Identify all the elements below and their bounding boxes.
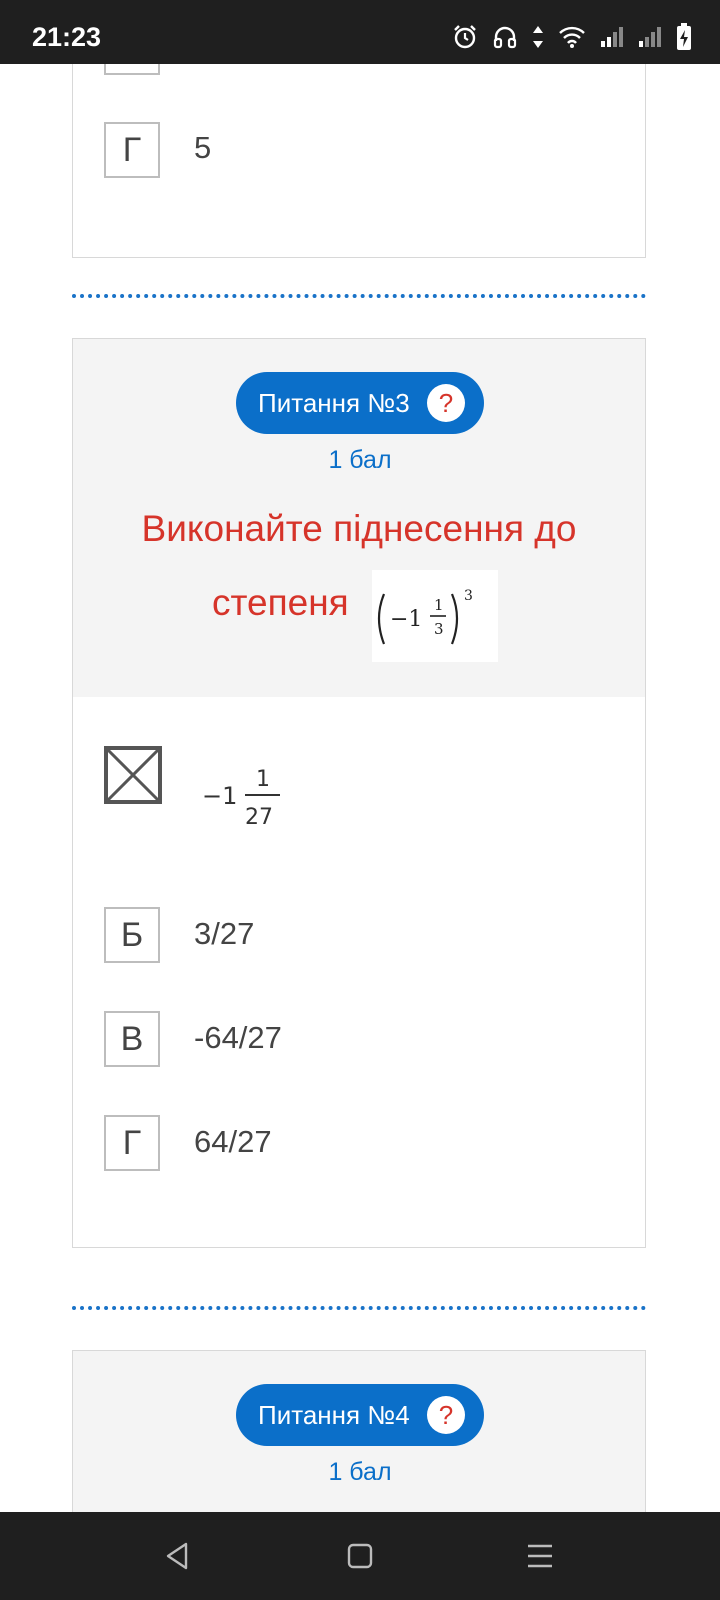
- option-box-v[interactable]: В: [104, 1011, 160, 1067]
- option-box-g-prev[interactable]: Г: [104, 122, 160, 178]
- formula-sign: −1: [390, 607, 422, 632]
- question-points: 1 бал: [328, 446, 392, 474]
- menu-lines-icon: [528, 1544, 552, 1568]
- option-a-denominator: 27: [245, 805, 273, 830]
- battery-charging-icon: [676, 23, 692, 51]
- help-icon[interactable]: ?: [427, 384, 465, 422]
- question-task-line-2: степеня: [212, 582, 349, 623]
- question-divider: [72, 1306, 646, 1310]
- navigation-bar: [0, 1512, 720, 1600]
- wifi-icon: [558, 25, 586, 49]
- alarm-icon: [452, 24, 478, 50]
- question-number-label: Питання №3: [258, 387, 410, 418]
- option-a-numerator: 1: [256, 767, 270, 792]
- status-bar: 21:23: [0, 0, 720, 64]
- back-triangle-icon: [166, 1542, 188, 1570]
- question-points: 1 бал: [328, 1458, 392, 1486]
- question-number-pill-3: Питання №3 ?: [236, 372, 484, 434]
- checkbox-crossed-icon: [104, 746, 162, 804]
- option-text-g: 64/27: [194, 1124, 272, 1159]
- question-number-pill-4: Питання №4 ?: [236, 1384, 484, 1446]
- signal-icon: [638, 25, 662, 49]
- signal-icon: [600, 25, 624, 49]
- back-button[interactable]: [158, 1536, 198, 1576]
- formula-exponent: 3: [464, 588, 473, 604]
- option-box-partial[interactable]: [104, 64, 160, 75]
- option-text-g-prev: 5: [194, 130, 212, 165]
- option-text-a: −1 1 27: [198, 754, 318, 834]
- home-button[interactable]: [340, 1536, 380, 1576]
- quiz-content[interactable]: Г 5 Питання №3 ? 1 бал Виконайте піднесе…: [0, 64, 720, 1512]
- help-icon[interactable]: ?: [427, 1396, 465, 1434]
- data-arrows-icon: [532, 24, 544, 50]
- option-box-g[interactable]: Г: [104, 1115, 160, 1171]
- question-formula: −1 1 3 3: [372, 570, 498, 662]
- home-square-icon: [347, 1543, 373, 1569]
- formula-numerator: 1: [434, 596, 444, 614]
- question-task-line-1: Виконайте піднесення до: [141, 508, 577, 549]
- option-a-whole: −1: [202, 782, 237, 810]
- formula-denominator: 3: [434, 620, 444, 638]
- headphones-icon: [492, 24, 518, 50]
- option-text-b: 3/27: [194, 916, 255, 951]
- status-icons: [452, 22, 692, 52]
- question-divider: [72, 294, 646, 298]
- status-time: 21:23: [32, 22, 102, 52]
- recents-button[interactable]: [520, 1536, 560, 1576]
- question-number-label: Питання №4: [258, 1399, 410, 1430]
- option-text-v: -64/27: [194, 1020, 282, 1055]
- option-box-b[interactable]: Б: [104, 907, 160, 963]
- option-box-a-selected[interactable]: [104, 746, 162, 804]
